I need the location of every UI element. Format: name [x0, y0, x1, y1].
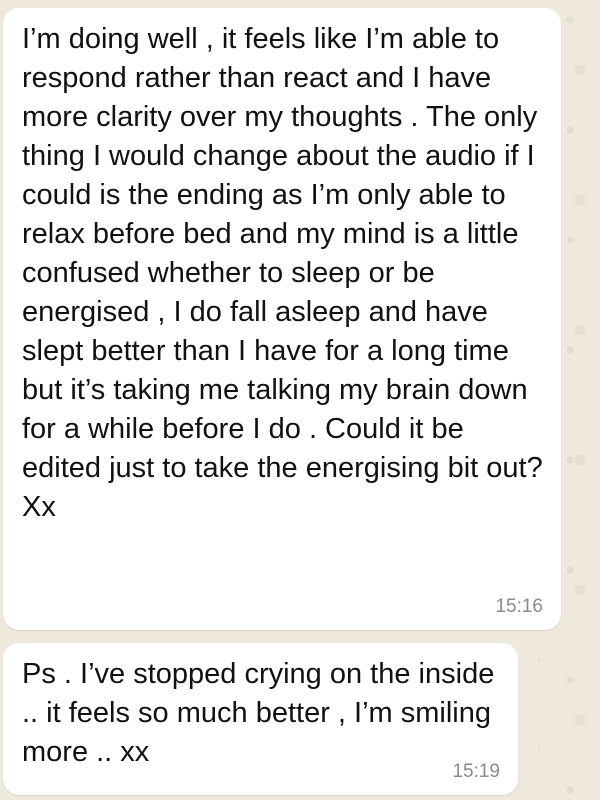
message-bubble[interactable]: Ps . I’ve stopped crying on the inside .… [3, 643, 518, 795]
message-bubble[interactable]: I’m doing well , it feels like I’m able … [3, 8, 561, 630]
message-text: I’m doing well , it feels like I’m able … [22, 23, 543, 523]
message-text: Ps . I’ve stopped crying on the inside .… [22, 658, 495, 768]
message-timestamp: 15:16 [495, 596, 543, 617]
message-timestamp: 15:19 [452, 761, 500, 782]
chat-thread[interactable]: I’m doing well , it feels like I’m able … [0, 0, 600, 800]
